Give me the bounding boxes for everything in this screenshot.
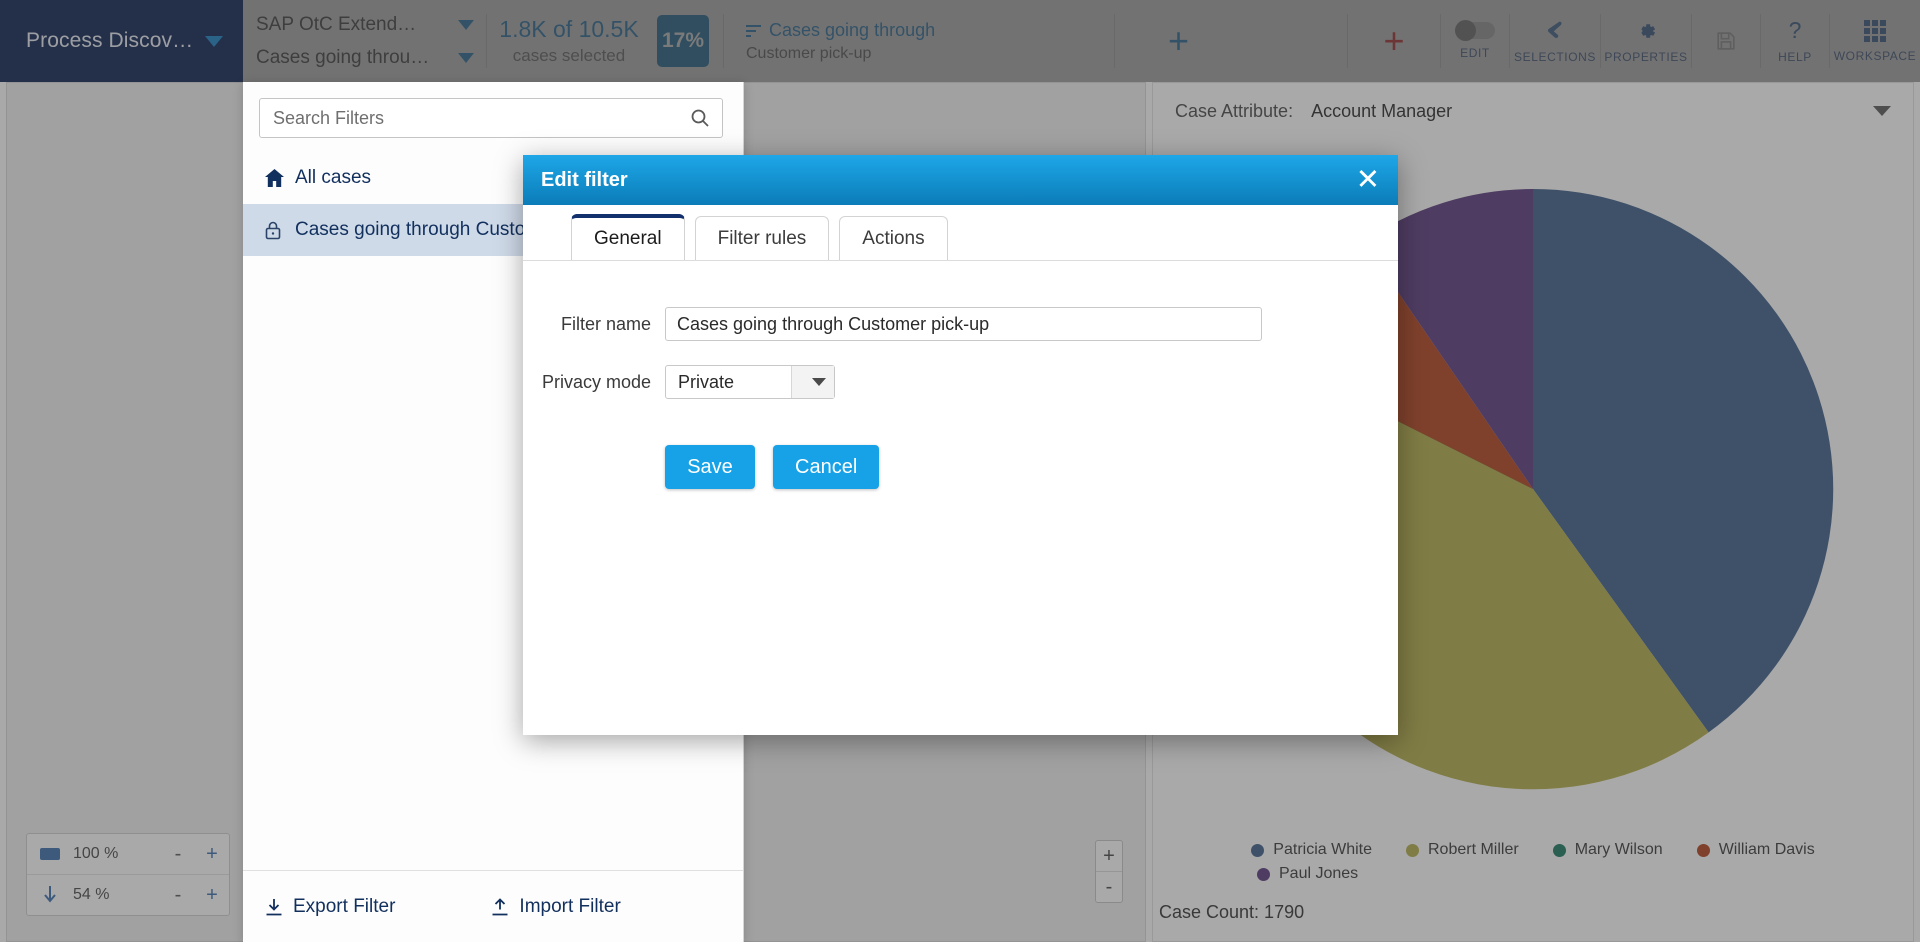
edit-filter-dialog: Edit filter ✕ General Filter rules Actio… [523, 155, 1398, 735]
privacy-mode-value: Private [678, 371, 735, 392]
import-icon [491, 897, 519, 916]
tab-filter-rules[interactable]: Filter rules [694, 216, 830, 260]
filter-name-label: Filter name [560, 313, 651, 334]
privacy-mode-select[interactable]: Private [665, 365, 835, 399]
search-input[interactable] [260, 107, 722, 129]
chevron-down-icon[interactable] [791, 366, 834, 398]
import-filter-button[interactable]: Import Filter [491, 895, 621, 918]
search-icon[interactable] [690, 108, 710, 128]
export-filter-label: Export Filter [293, 895, 396, 917]
save-button[interactable]: Save [665, 445, 755, 489]
filter-panel-footer: Export Filter Import Filter [243, 870, 743, 942]
filter-name-field[interactable] [665, 307, 1262, 341]
filter-search-wrapper [243, 82, 743, 152]
export-icon [265, 898, 293, 916]
filter-name-row: Filter name [523, 307, 1398, 341]
privacy-mode-label: Privacy mode [541, 371, 651, 392]
filter-item-label: All cases [295, 167, 372, 188]
app-root: + - Case Attribute: Account Manager Patr… [0, 0, 1920, 942]
dialog-header: Edit filter ✕ [523, 155, 1398, 205]
tab-actions[interactable]: Actions [839, 216, 948, 260]
lock-icon [265, 221, 295, 240]
home-icon [265, 169, 295, 187]
privacy-mode-row: Privacy mode Private [523, 365, 1398, 399]
close-icon[interactable]: ✕ [1356, 165, 1380, 195]
general-tab-form: Filter name Privacy mode Private Save Ca… [523, 261, 1398, 489]
filter-name-input[interactable] [666, 313, 1261, 335]
tab-label: General [594, 228, 662, 249]
dialog-body: General Filter rules Actions Filter name [523, 205, 1398, 735]
cancel-button[interactable]: Cancel [773, 445, 880, 489]
import-filter-label: Import Filter [519, 895, 621, 917]
dialog-actions: Save Cancel [523, 445, 1398, 489]
search-filters-box[interactable] [259, 98, 723, 138]
tab-label: Filter rules [717, 227, 807, 249]
tab-general[interactable]: General [571, 214, 685, 260]
dialog-tabs: General Filter rules Actions [523, 205, 1398, 261]
export-filter-button[interactable]: Export Filter [265, 896, 395, 918]
tab-label: Actions [862, 227, 925, 249]
dialog-title: Edit filter [541, 168, 628, 191]
